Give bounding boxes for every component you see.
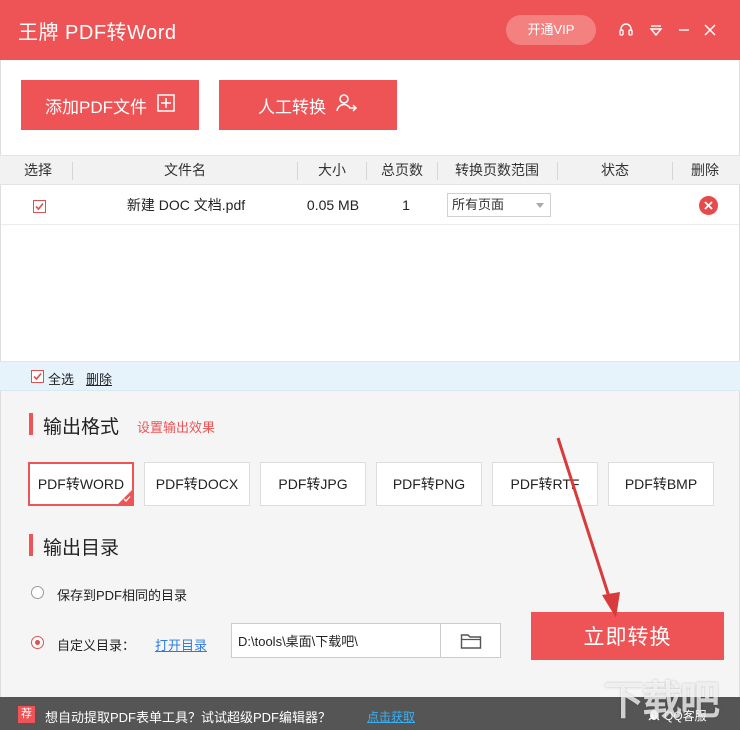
- page-range-select[interactable]: 所有页面: [447, 193, 551, 217]
- open-dir-link[interactable]: 打开目录: [155, 635, 207, 654]
- row-filename: 新建 DOC 文档.pdf: [126, 197, 246, 213]
- checkmark-icon: [123, 496, 131, 502]
- header-delete: 删除: [691, 162, 719, 178]
- header-filename: 文件名: [164, 162, 206, 178]
- toolbar: 添加PDF文件 人工转换: [0, 60, 740, 155]
- table-row: 新建 DOC 文档.pdf 0.05 MB 1 所有页面: [1, 185, 739, 225]
- dropdown-menu-icon[interactable]: [646, 20, 666, 40]
- row-select-cell: [11, 185, 67, 225]
- output-path-input[interactable]: [231, 623, 441, 658]
- format-option-rtf[interactable]: PDF转RTF: [492, 462, 598, 506]
- browse-folder-button[interactable]: [440, 623, 501, 658]
- format-label: PDF转WORD: [37, 476, 125, 492]
- output-dir-title: 输出目录: [43, 538, 120, 559]
- folder-icon: [460, 633, 481, 649]
- row-status: [559, 185, 673, 225]
- header-select: 选择: [24, 162, 52, 178]
- file-table-header: 选择 文件名 大小 总页数 转换页数范围 状态 删除: [0, 155, 740, 185]
- checkmark-icon: [34, 202, 44, 210]
- checkmark-icon: [33, 372, 42, 381]
- same-dir-label[interactable]: 保存到PDF相同的目录: [57, 585, 187, 604]
- row-size: 0.05 MB: [306, 197, 360, 213]
- close-icon[interactable]: [700, 20, 720, 40]
- select-all-bar: 全选 删除: [0, 361, 740, 391]
- header-status: 状态: [601, 162, 629, 178]
- user-arrow-icon: [336, 93, 358, 118]
- delete-row-icon[interactable]: [699, 196, 718, 215]
- format-option-jpg[interactable]: PDF转JPG: [260, 462, 366, 506]
- header-size: 大小: [318, 162, 346, 178]
- convert-now-button[interactable]: 立即转换: [531, 612, 724, 660]
- delete-selected-link[interactable]: 删除: [86, 369, 112, 388]
- vip-button[interactable]: 开通VIP: [506, 15, 596, 45]
- section-marker: [29, 413, 33, 435]
- select-all-checkbox[interactable]: [31, 370, 44, 383]
- add-pdf-button[interactable]: 添加PDF文件: [21, 80, 199, 130]
- section-marker: [29, 534, 33, 556]
- custom-dir-radio[interactable]: [31, 636, 44, 649]
- title-bar: 王牌 PDF转Word 开通VIP: [0, 0, 740, 60]
- manual-convert-button[interactable]: 人工转换: [219, 80, 397, 130]
- add-icon: [157, 93, 175, 117]
- minimize-icon[interactable]: [674, 20, 694, 40]
- promo-link[interactable]: 点击获取: [367, 708, 415, 725]
- watermark-logo: 下载吧: [604, 678, 720, 724]
- format-option-bmp[interactable]: PDF转BMP: [608, 462, 714, 506]
- same-dir-radio[interactable]: [31, 586, 44, 599]
- promo-text: 想自动提取PDF表单工具？试试超级PDF编辑器？: [45, 710, 332, 725]
- chevron-down-icon: [536, 203, 544, 208]
- format-option-png[interactable]: PDF转PNG: [376, 462, 482, 506]
- row-pages: 1: [402, 197, 410, 213]
- app-title: 王牌 PDF转Word: [18, 22, 177, 44]
- header-range: 转换页数范围: [455, 162, 539, 178]
- format-option-word[interactable]: PDF转WORD: [28, 462, 134, 506]
- output-format-title: 输出格式: [43, 417, 120, 438]
- header-pages: 总页数: [381, 162, 423, 178]
- format-option-docx[interactable]: PDF转DOCX: [144, 462, 250, 506]
- manual-convert-label: 人工转换: [258, 97, 326, 117]
- add-pdf-label: 添加PDF文件: [45, 97, 147, 117]
- page-range-value: 所有页面: [452, 197, 505, 212]
- select-all-label[interactable]: 全选: [48, 369, 74, 388]
- recommend-badge: 荐: [18, 706, 35, 723]
- custom-dir-label[interactable]: 自定义目录：: [57, 635, 135, 654]
- settings-panel: 输出格式 设置输出效果 PDF转WORD PDF转DOCX PDF转JPG PD…: [0, 391, 740, 697]
- output-settings-link[interactable]: 设置输出效果: [137, 417, 215, 436]
- file-table-body: 新建 DOC 文档.pdf 0.05 MB 1 所有页面: [0, 185, 740, 361]
- row-checkbox[interactable]: [32, 199, 46, 213]
- headset-icon[interactable]: [616, 20, 636, 40]
